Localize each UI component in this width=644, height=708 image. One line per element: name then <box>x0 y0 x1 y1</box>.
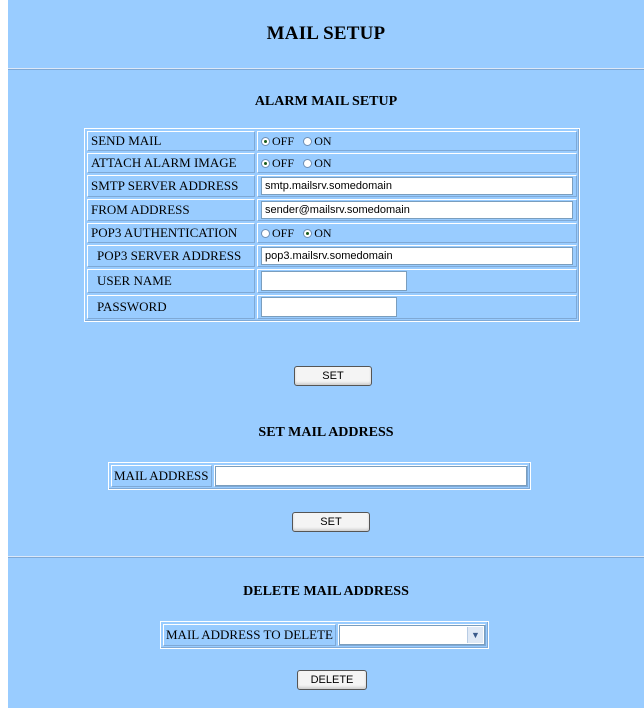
pop3-server-label: POP3 SERVER ADDRESS <box>87 245 255 267</box>
send-mail-on-radio[interactable] <box>303 137 313 147</box>
password-cell <box>257 295 577 319</box>
attach-alarm-image-options: OFF ON <box>257 153 577 173</box>
header-divider <box>8 68 644 70</box>
delete-mail-address-title: DELETE MAIL ADDRESS <box>243 584 409 599</box>
pop3-auth-on-label: ON <box>314 226 332 241</box>
pop3-auth-row: POP3 AUTHENTICATION OFF ON <box>87 223 577 243</box>
attach-alarm-image-label: ATTACH ALARM IMAGE <box>87 153 255 173</box>
pop3-auth-off-label: OFF <box>272 226 295 241</box>
send-mail-label: SEND MAIL <box>87 131 255 151</box>
delete-mail-address-row: MAIL ADDRESS TO DELETE ▼ <box>163 624 486 646</box>
delete-button[interactable]: DELETE <box>297 670 367 690</box>
alarm-mail-setup-title: ALARM MAIL SETUP <box>254 94 398 109</box>
alarm-mail-settings-table: SEND MAIL OFF ON ATTACH ALARM IMAGE OFF … <box>84 128 580 322</box>
alarm-set-button[interactable]: SET <box>294 366 372 386</box>
attach-alarm-image-row: ATTACH ALARM IMAGE OFF ON <box>87 153 577 173</box>
user-name-cell <box>257 269 577 293</box>
attach-image-on-label: ON <box>314 156 332 171</box>
from-address-label: FROM ADDRESS <box>87 199 255 221</box>
page-title: MAIL SETUP <box>266 23 386 44</box>
chevron-down-icon[interactable]: ▼ <box>466 627 483 643</box>
mail-address-cell <box>213 465 528 487</box>
mail-address-input[interactable] <box>214 466 527 486</box>
attach-image-off-label: OFF <box>272 156 295 171</box>
delete-mail-address-table: MAIL ADDRESS TO DELETE ▼ <box>160 621 489 649</box>
mail-address-set-button[interactable]: SET <box>292 512 370 532</box>
user-name-input[interactable] <box>261 271 407 291</box>
mail-setup-page: MAIL SETUP ALARM MAIL SETUP SEND MAIL OF… <box>8 0 644 708</box>
pop3-auth-on-radio[interactable] <box>303 229 313 239</box>
pop3-server-row: POP3 SERVER ADDRESS <box>87 245 577 267</box>
section-divider <box>8 556 644 558</box>
smtp-server-cell <box>257 175 577 197</box>
send-mail-row: SEND MAIL OFF ON <box>87 131 577 151</box>
from-address-input[interactable] <box>261 201 573 219</box>
password-label: PASSWORD <box>87 295 255 319</box>
pop3-auth-off-radio[interactable] <box>261 229 270 239</box>
pop3-server-input[interactable] <box>261 247 573 265</box>
send-mail-on-label: ON <box>314 134 332 149</box>
user-name-label: USER NAME <box>87 269 255 293</box>
from-address-cell <box>257 199 577 221</box>
smtp-server-label: SMTP SERVER ADDRESS <box>87 175 255 197</box>
mail-address-to-delete-label: MAIL ADDRESS TO DELETE <box>163 624 336 646</box>
mail-address-to-delete-cell: ▼ <box>337 624 486 646</box>
send-mail-off-radio[interactable] <box>261 137 270 147</box>
set-mail-address-table: MAIL ADDRESS <box>108 462 531 490</box>
mail-address-to-delete-select[interactable]: ▼ <box>338 625 485 645</box>
smtp-server-row: SMTP SERVER ADDRESS <box>87 175 577 197</box>
user-name-row: USER NAME <box>87 269 577 293</box>
password-row: PASSWORD <box>87 295 577 319</box>
from-address-row: FROM ADDRESS <box>87 199 577 221</box>
mail-address-label: MAIL ADDRESS <box>111 465 212 487</box>
smtp-server-input[interactable] <box>261 177 573 195</box>
attach-image-off-radio[interactable] <box>261 159 270 169</box>
set-mail-address-row: MAIL ADDRESS <box>111 465 528 487</box>
send-mail-options: OFF ON <box>257 131 577 151</box>
pop3-auth-label: POP3 AUTHENTICATION <box>87 223 255 243</box>
set-mail-address-title: SET MAIL ADDRESS <box>258 425 394 440</box>
pop3-auth-options: OFF ON <box>257 223 577 243</box>
attach-image-on-radio[interactable] <box>303 159 313 169</box>
password-input[interactable] <box>261 297 397 317</box>
pop3-server-cell <box>257 245 577 267</box>
send-mail-off-label: OFF <box>272 134 295 149</box>
